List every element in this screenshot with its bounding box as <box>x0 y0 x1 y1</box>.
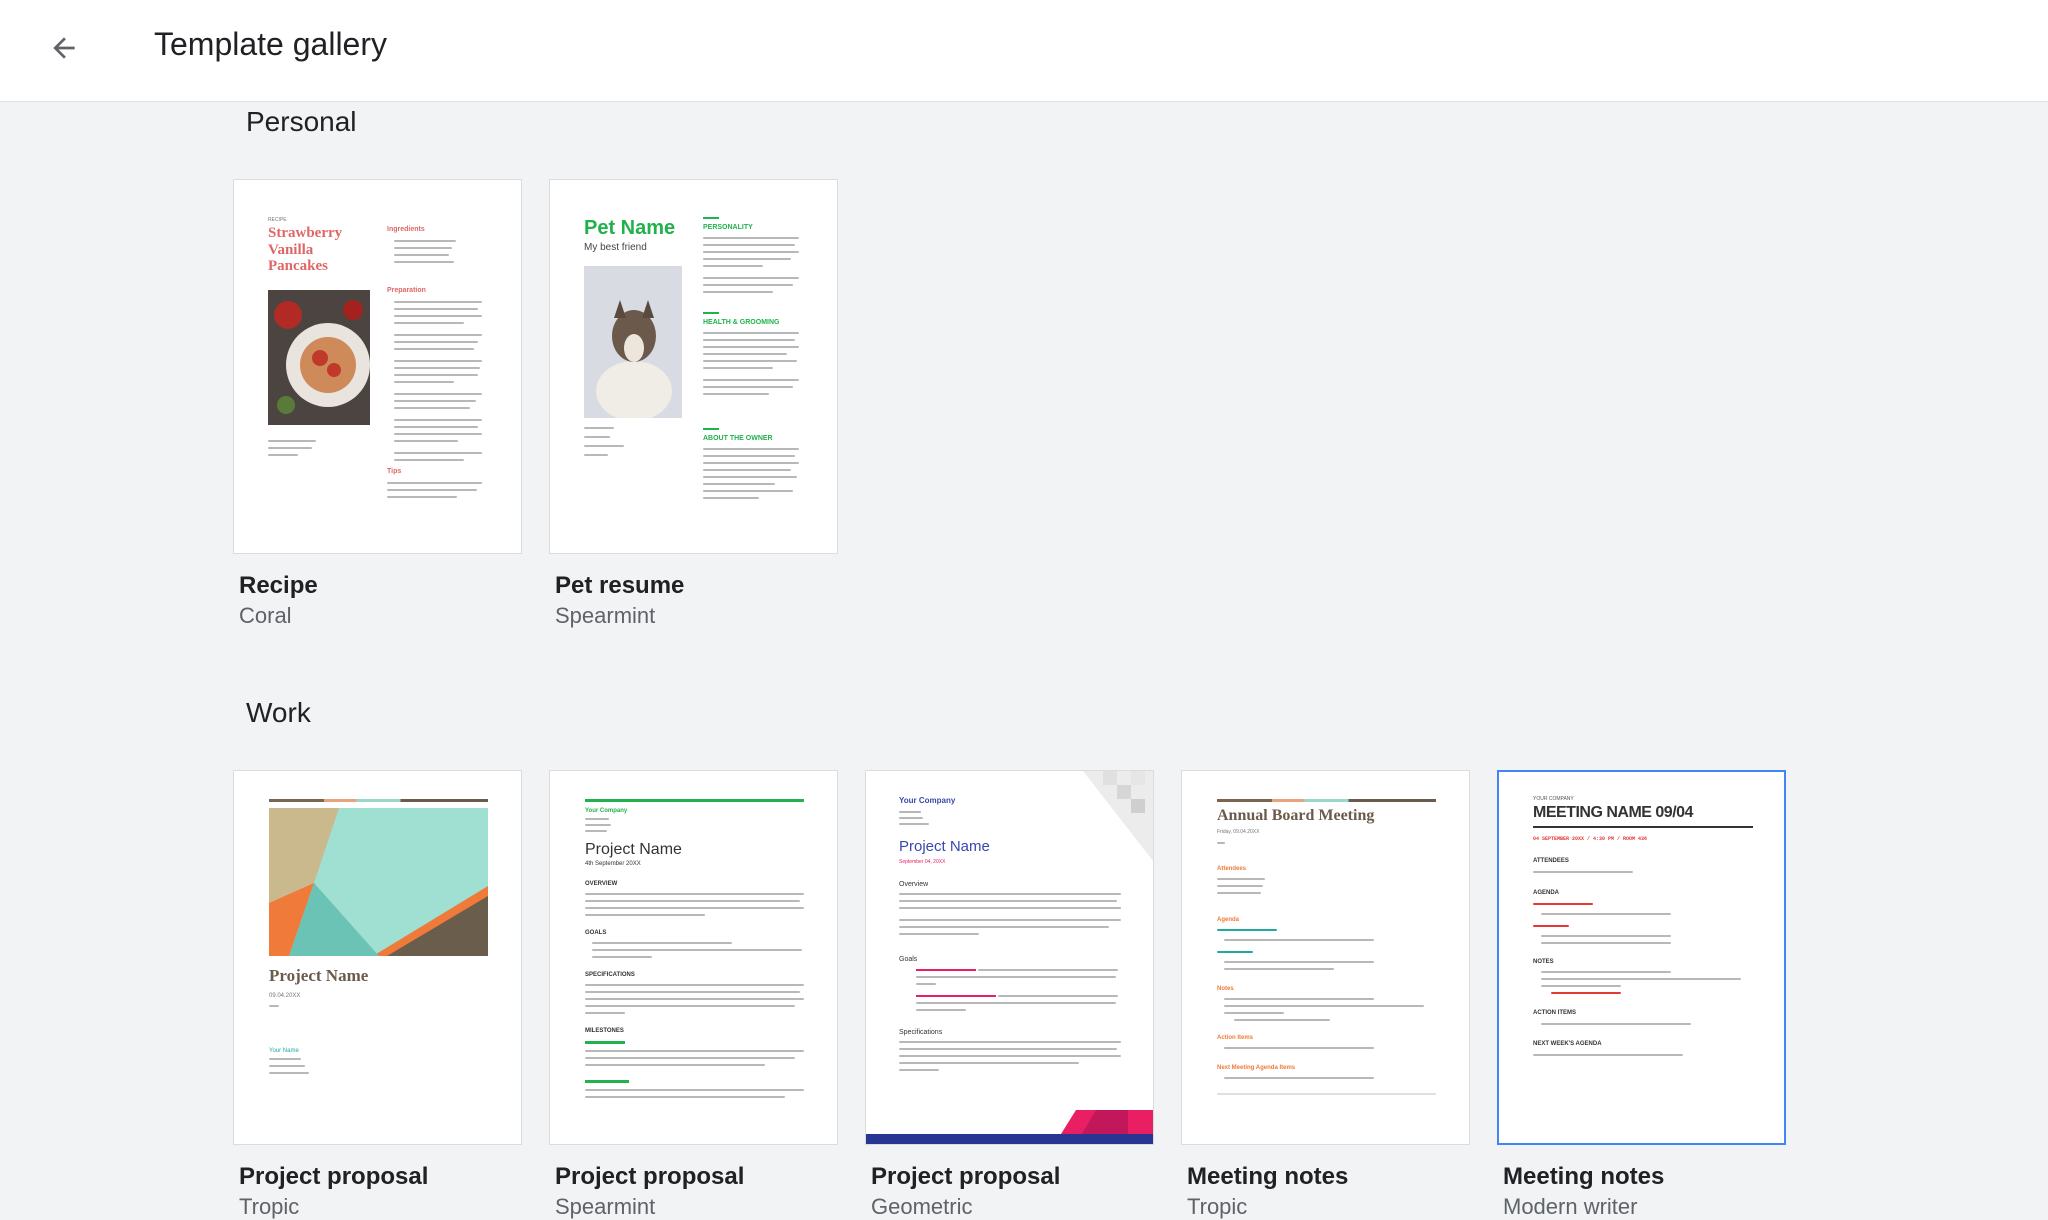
pancake-photo <box>268 290 370 425</box>
preview-heading-specifications: Specifications <box>899 1029 943 1036</box>
template-title: Pet resume <box>555 572 685 599</box>
preview-heading-agenda: AGENDA <box>1533 890 1560 896</box>
preview-date: 4th September 20XX <box>585 861 641 867</box>
preview-heading-owner: ABOUT THE OWNER <box>703 435 773 442</box>
template-thumbnail[interactable]: YOUR COMPANY MEETING NAME 09/04 04 SEPTE… <box>1497 770 1786 1145</box>
template-thumbnail[interactable]: Annual Board Meeting Friday, 09.04.20XX … <box>1181 770 1470 1145</box>
dog-photo <box>584 266 682 418</box>
preview-date: 09.04.20XX <box>269 993 301 999</box>
preview-heading-next-agenda: NEXT WEEK'S AGENDA <box>1533 1041 1602 1047</box>
template-subtitle: Modern writer <box>1503 1194 1638 1219</box>
page-title: Template gallery <box>154 26 387 62</box>
preview-heading: Project Name <box>269 966 369 985</box>
template-subtitle: Geometric <box>871 1194 973 1219</box>
preview-heading-action-items: Action Items <box>1217 1035 1254 1041</box>
template-thumbnail[interactable]: RECIPE Strawberry Vanilla Pancakes Ingre… <box>233 179 522 554</box>
template-card-project-proposal-tropic[interactable]: Project Name 09.04.20XX Your Name Projec… <box>233 770 522 1219</box>
template-subtitle: Spearmint <box>555 603 656 628</box>
preview-company: YOUR COMPANY <box>1533 796 1574 802</box>
preview-author: Your Name <box>269 1048 299 1054</box>
preview-heading-agenda: Agenda <box>1217 917 1240 923</box>
geometric-cover-art <box>269 808 488 956</box>
preview-heading-overview: OVERVIEW <box>585 881 618 887</box>
template-card-meeting-notes-tropic[interactable]: Annual Board Meeting Friday, 09.04.20XX … <box>1181 770 1470 1219</box>
template-subtitle: Tropic <box>239 1194 300 1219</box>
preview-heading-attendees: Attendees <box>1217 866 1247 872</box>
preview-heading-next-agenda: Next Meeting Agenda Items <box>1217 1065 1296 1071</box>
template-card-meeting-notes-modern-writer[interactable]: YOUR COMPANY MEETING NAME 09/04 04 SEPTE… <box>1497 770 1786 1219</box>
preview-heading-attendees: ATTENDEES <box>1533 858 1569 864</box>
preview-heading-ingredients: Ingredients <box>387 226 425 233</box>
arrow-back-icon <box>53 37 75 59</box>
preview-company: Your Company <box>585 808 628 814</box>
preview-date: September 04, 20XX <box>899 859 946 865</box>
template-card-project-proposal-geometric[interactable]: Your Company Project Name September 04, … <box>865 770 1154 1219</box>
section-title-personal: Personal <box>246 106 357 137</box>
top-app-bar: Template gallery <box>0 0 2048 102</box>
template-subtitle: Tropic <box>1187 1194 1248 1219</box>
corner-decoration <box>1083 771 1153 861</box>
preview-heading-health: HEALTH & GROOMING <box>703 319 780 326</box>
template-subtitle: Spearmint <box>555 1194 656 1219</box>
template-thumbnail[interactable]: Your Company Project Name 4th September … <box>549 770 838 1145</box>
bottom-decoration <box>866 1110 1153 1144</box>
template-thumbnail[interactable]: Project Name 09.04.20XX Your Name <box>233 770 522 1145</box>
section-title-work: Work <box>246 697 311 728</box>
template-thumbnail[interactable]: Your Company Project Name September 04, … <box>865 770 1154 1145</box>
template-subtitle: Coral <box>239 603 292 628</box>
preview-heading-notes: NOTES <box>1533 959 1554 965</box>
preview-heading: Pet Name <box>584 217 676 239</box>
preview-tagline: My best friend <box>584 242 647 253</box>
template-thumbnail[interactable]: Pet Name My best friend PERSONALITY HEAL… <box>549 179 838 554</box>
template-title: Project proposal <box>871 1163 1061 1190</box>
template-card-recipe[interactable]: RECIPE Strawberry Vanilla Pancakes Ingre… <box>233 179 522 628</box>
preview-heading: MEETING NAME 09/04 <box>1533 804 1693 821</box>
preview-heading-specifications: SPECIFICATIONS <box>585 972 635 978</box>
preview-heading-action-items: ACTION ITEMS <box>1533 1010 1576 1016</box>
preview-heading: Project Name <box>585 841 682 858</box>
preview-heading-personality: PERSONALITY <box>703 224 753 231</box>
template-title: Meeting notes <box>1503 1163 1665 1190</box>
preview-heading-milestones: MILESTONES <box>585 1028 624 1034</box>
template-title: Recipe <box>239 572 318 599</box>
preview-heading-tips: Tips <box>387 468 402 475</box>
preview-heading: Strawberry Vanilla Pancakes <box>268 225 343 274</box>
preview-heading: Annual Board Meeting <box>1217 807 1375 824</box>
template-card-project-proposal-spearmint[interactable]: Your Company Project Name 4th September … <box>549 770 838 1219</box>
preview-heading: Project Name <box>899 838 990 855</box>
back-button[interactable] <box>38 22 90 74</box>
preview-company: Your Company <box>899 796 956 805</box>
preview-heading-notes: Notes <box>1217 986 1234 992</box>
preview-date: 04 SEPTEMBER 20XX / 4:30 PM / ROOM 436 <box>1533 836 1648 842</box>
preview-date: Friday, 09.04.20XX <box>1217 829 1260 835</box>
preview-heading-goals: GOALS <box>585 930 607 936</box>
preview-heading-preparation: Preparation <box>387 287 426 294</box>
template-card-pet-resume[interactable]: Pet Name My best friend PERSONALITY HEAL… <box>549 179 838 628</box>
preview-kicker: RECIPE <box>268 217 287 223</box>
template-title: Project proposal <box>555 1163 745 1190</box>
preview-heading-goals: Goals <box>899 956 918 963</box>
template-title: Meeting notes <box>1187 1163 1349 1190</box>
preview-heading-overview: Overview <box>899 881 929 888</box>
template-title: Project proposal <box>239 1163 429 1190</box>
